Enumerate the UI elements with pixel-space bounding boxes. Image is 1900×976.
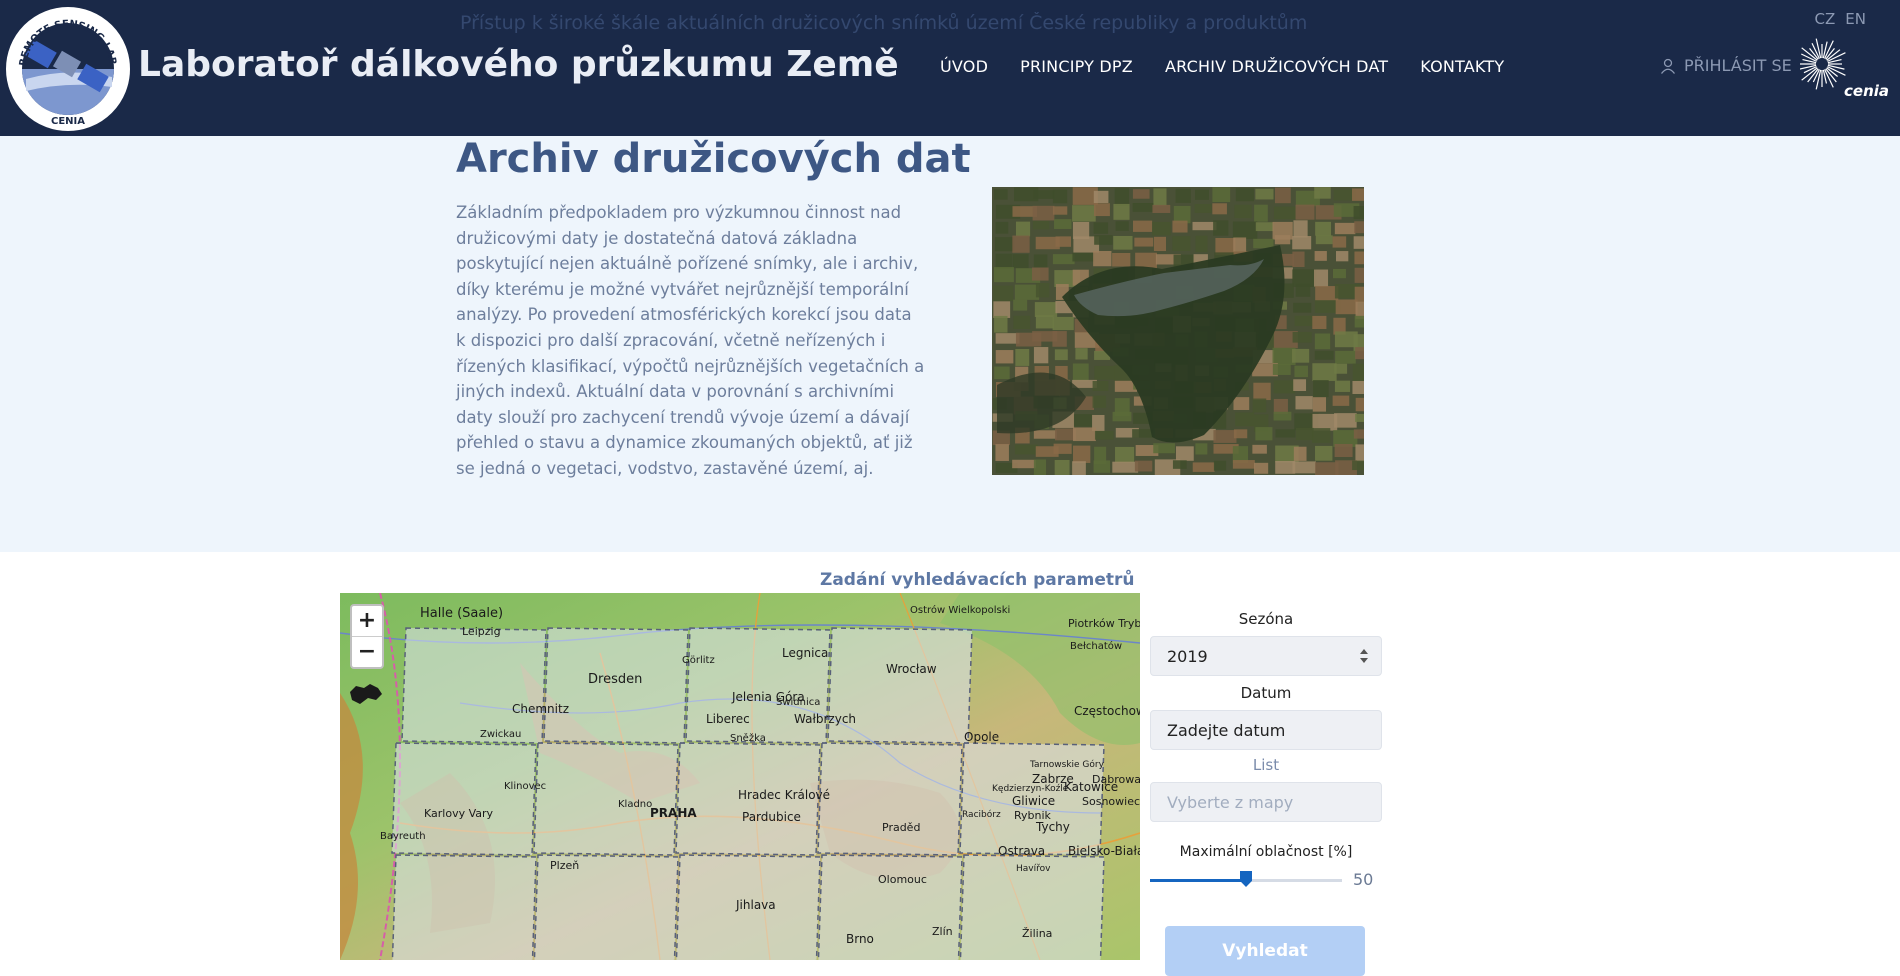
- map-label: Bełchatów: [1070, 640, 1122, 652]
- map-label: Tychy: [1035, 820, 1070, 834]
- map-label: Plzeň: [550, 859, 579, 872]
- zoom-in-button[interactable]: +: [352, 606, 382, 637]
- season-value: 2019: [1167, 646, 1208, 666]
- select-arrows-icon: [1360, 649, 1368, 663]
- map-label: Zwickau: [480, 729, 521, 740]
- cloud-value: 50: [1353, 870, 1374, 889]
- map-label: Częstochowa: [1074, 704, 1140, 718]
- map-label: Zlín: [932, 925, 953, 938]
- map-label: Pardubice: [742, 810, 801, 824]
- season-label: Sezóna: [1238, 610, 1294, 628]
- map-label: Ostrów Wielkopolski: [910, 604, 1010, 616]
- lang-cz[interactable]: CZ: [1815, 10, 1836, 28]
- page-title: Archiv družicových dat: [456, 136, 971, 182]
- map-label: Klinovec: [504, 781, 546, 792]
- map-label: Gliwice: [1012, 794, 1055, 808]
- lab-logo[interactable]: REMOTE SENSING LABORATORY CENIA: [4, 5, 132, 133]
- map-label: Brno: [846, 932, 874, 946]
- map-label: Racibórz: [962, 809, 1001, 820]
- map-label: Halle (Saale): [420, 606, 503, 621]
- search-panel: Sezóna 2019 Datum Zadejte datum List Vyb…: [1150, 610, 1382, 976]
- cloud-slider[interactable]: 50: [1150, 868, 1382, 892]
- map-label: Ostrava: [998, 844, 1045, 858]
- map-label: Bielsko-Biała: [1068, 844, 1140, 858]
- map-label: Piotrków Trybunalski: [1068, 617, 1140, 630]
- search-params-title: Zadání vyhledávacích parametrů: [820, 570, 1135, 590]
- lang-en[interactable]: EN: [1845, 10, 1866, 28]
- map-label: Opole: [964, 730, 999, 744]
- user-icon: [1660, 58, 1676, 74]
- top-header: Přístup k široké škále aktuálních družic…: [0, 0, 1900, 136]
- map-label: Sosnowiec: [1082, 795, 1140, 808]
- cenia-logo[interactable]: cenia: [1796, 34, 1892, 104]
- map-label: Wrocław: [886, 662, 937, 676]
- map-label: Dresden: [588, 672, 642, 687]
- nav-uvod[interactable]: ÚVOD: [940, 57, 988, 76]
- map-label: Karlovy Vary: [424, 807, 494, 820]
- search-button[interactable]: Vyhledat: [1165, 926, 1365, 976]
- slider-thumb[interactable]: [1240, 871, 1252, 887]
- zoom-out-button[interactable]: −: [352, 637, 382, 667]
- map-view[interactable]: Halle (Saale) Leipzig Dresden Chemnitz Zwick…: [340, 593, 1140, 960]
- map-label: Wałbrzych: [794, 712, 856, 726]
- logo-bottom-text: CENIA: [51, 116, 85, 127]
- map-label: Havířov: [1016, 864, 1051, 874]
- map-label: Rybnik: [1014, 809, 1052, 822]
- map-label: Sněžka: [730, 732, 766, 744]
- cloud-label: Maximální oblačnost [%]: [1179, 844, 1353, 860]
- czech-extent-icon[interactable]: [348, 682, 384, 706]
- season-select[interactable]: 2019: [1150, 636, 1382, 676]
- language-switch: CZ EN: [1815, 10, 1866, 28]
- cenia-wordmark: cenia: [1844, 82, 1889, 100]
- map-label: Liberec: [706, 712, 750, 726]
- sheet-input[interactable]: Vyberte z mapy: [1150, 782, 1382, 822]
- map-label: Žilina: [1022, 927, 1052, 940]
- nav-principy-dpz[interactable]: PRINCIPY DPZ: [1020, 57, 1133, 76]
- nav-kontakty[interactable]: KONTAKTY: [1420, 57, 1504, 76]
- map-label: Dąbrowa Górnicza: [1092, 773, 1140, 786]
- sheet-label: List: [1252, 756, 1280, 774]
- login-link[interactable]: PŘIHLÁSIT SE: [1660, 56, 1792, 75]
- site-title[interactable]: Laboratoř dálkového průzkumu Země: [138, 44, 899, 85]
- date-input[interactable]: Zadejte datum: [1150, 710, 1382, 750]
- map-label: Legnica: [782, 646, 828, 660]
- map-label: Tarnowskie Góry: [1029, 759, 1105, 770]
- map-zoom-control: + −: [350, 604, 384, 669]
- intro-text: Základním předpokladem pro výzkumnou čin…: [456, 203, 925, 478]
- map-label: Görlitz: [682, 655, 715, 666]
- nav-archiv[interactable]: ARCHIV DRUŽICOVÝCH DAT: [1165, 57, 1388, 76]
- satellite-image: [992, 187, 1382, 479]
- map-label: Leipzig: [462, 625, 501, 638]
- map-label: Jihlava: [735, 898, 776, 912]
- map-label: Świdnica: [776, 695, 820, 708]
- map-label: Praděd: [882, 821, 920, 834]
- map-label: Bayreuth: [380, 831, 426, 842]
- map-label: Hradec Králové: [738, 788, 830, 802]
- map-label: Olomouc: [878, 873, 927, 886]
- map-label: PRAHA: [650, 806, 697, 820]
- date-label: Datum: [1240, 684, 1292, 702]
- hero-section: Archiv družicových dat Základním předpok…: [0, 136, 1900, 552]
- map-label: Kladno: [618, 799, 652, 810]
- main-nav: ÚVOD PRINCIPY DPZ ARCHIV DRUŽICOVÝCH DAT…: [940, 57, 1504, 76]
- slider-fill: [1150, 879, 1246, 882]
- map-label: Chemnitz: [512, 702, 569, 716]
- login-label: PŘIHLÁSIT SE: [1684, 56, 1792, 75]
- ghost-subtitle: Přístup k široké škále aktuálních družic…: [460, 12, 1308, 34]
- map-label: Kędzierzyn-Koźle: [992, 784, 1069, 794]
